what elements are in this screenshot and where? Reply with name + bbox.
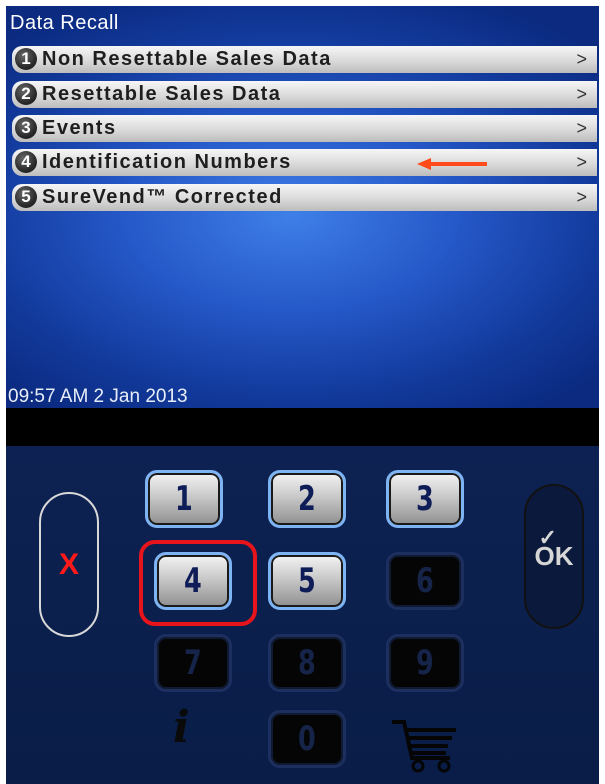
menu-item-label: Identification Numbers <box>42 151 292 173</box>
cart-icon[interactable] <box>390 714 460 774</box>
key-4[interactable]: 4 <box>154 552 232 610</box>
menu-item-label: Resettable Sales Data <box>42 83 282 105</box>
info-icon[interactable]: i <box>173 702 190 753</box>
menu-item-non-resettable-sales-data[interactable]: 1 Non Resettable Sales Data > <box>12 46 597 73</box>
menu-number-badge: 2 <box>15 83 37 105</box>
ok-button[interactable]: ✓ OK <box>524 484 584 629</box>
key-label: 5 <box>298 561 316 601</box>
menu-item-surevend-corrected[interactable]: 5 SureVend™ Corrected > <box>12 184 597 211</box>
key-7[interactable]: 7 <box>154 634 232 692</box>
menu-item-label: Events <box>42 117 117 139</box>
chevron-right-icon: > <box>576 187 587 207</box>
menu-number-badge: 1 <box>15 48 37 70</box>
chevron-right-icon: > <box>576 118 587 138</box>
key-3[interactable]: 3 <box>386 470 464 528</box>
menu-number-badge: 4 <box>15 151 37 173</box>
display-screen: Data Recall 1 Non Resettable Sales Data … <box>6 6 599 408</box>
cancel-x-icon: X <box>58 547 79 581</box>
menu-number-badge: 3 <box>15 117 37 139</box>
key-label: 1 <box>175 479 193 519</box>
key-9[interactable]: 9 <box>386 634 464 692</box>
ok-label: ✓ OK <box>535 525 574 572</box>
keypad-panel: X 1 2 3 4 5 6 7 8 9 0 i ✓ OK <box>6 446 599 784</box>
checkmark-icon: ✓ <box>538 525 557 550</box>
menu-item-events[interactable]: 3 Events > <box>12 115 597 142</box>
key-label: 0 <box>298 719 316 759</box>
key-1[interactable]: 1 <box>145 470 223 528</box>
key-8[interactable]: 8 <box>268 634 346 692</box>
key-6[interactable]: 6 <box>386 552 464 610</box>
key-label: 4 <box>184 561 202 601</box>
menu-item-label: SureVend™ Corrected <box>42 186 283 208</box>
key-5[interactable]: 5 <box>268 552 346 610</box>
menu-item-label: Non Resettable Sales Data <box>42 48 332 70</box>
key-label: 6 <box>416 561 434 601</box>
menu-item-identification-numbers[interactable]: 4 Identification Numbers > <box>12 149 597 176</box>
screen-title: Data Recall <box>10 12 119 34</box>
key-label: 3 <box>416 479 434 519</box>
chevron-right-icon: > <box>576 152 587 172</box>
menu-item-resettable-sales-data[interactable]: 2 Resettable Sales Data > <box>12 81 597 108</box>
key-label: 7 <box>184 643 202 683</box>
key-2[interactable]: 2 <box>268 470 346 528</box>
menu-number-badge: 5 <box>15 186 37 208</box>
chevron-right-icon: > <box>576 84 587 104</box>
key-label: 9 <box>416 643 434 683</box>
key-label: 8 <box>298 643 316 683</box>
key-label: 2 <box>298 479 316 519</box>
red-arrow-icon <box>417 158 487 170</box>
chevron-right-icon: > <box>576 49 587 69</box>
timestamp: 09:57 AM 2 Jan 2013 <box>8 386 188 407</box>
cancel-button[interactable]: X <box>39 492 99 637</box>
vending-controller: Data Recall 1 Non Resettable Sales Data … <box>6 6 599 784</box>
key-0[interactable]: 0 <box>268 710 346 768</box>
